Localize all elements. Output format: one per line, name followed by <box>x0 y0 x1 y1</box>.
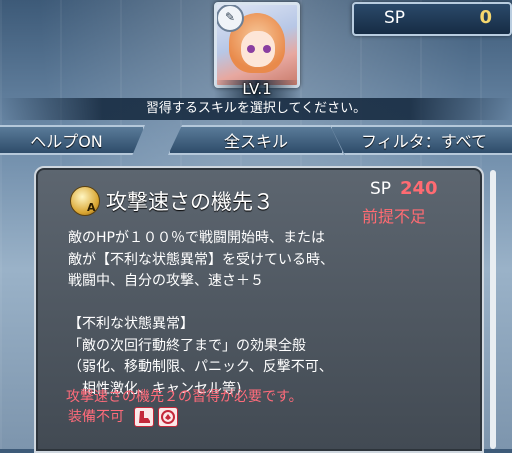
skill-category-button[interactable]: 全スキル <box>168 125 344 155</box>
portrait-eye <box>247 45 255 53</box>
requirement-warning: 攻撃速さの機先２の習得が必要です。 <box>66 389 303 405</box>
description-line: 戦闘中、自分の攻撃、速さ＋５ <box>68 273 264 289</box>
description-line: 「敵の次回行動終了まで」の効果全般 <box>68 337 306 354</box>
speed-strike-a-icon: A <box>70 186 100 216</box>
skill-name: 攻撃速さの機先３ <box>106 190 274 214</box>
skill-sp-label: SP <box>370 179 392 199</box>
hero-level: LV.1 <box>214 80 300 98</box>
sp-label: SP <box>384 8 406 28</box>
filter-button[interactable]: フィルタ：すべて <box>330 125 512 155</box>
skill-slot-letter: A <box>87 201 96 214</box>
scrollbar[interactable] <box>490 170 496 449</box>
help-toggle-button[interactable]: ヘルプON <box>0 125 145 155</box>
description-line: （弱化、移動制限、パニック、反撃不可、 <box>68 359 333 375</box>
sp-value: 0 <box>479 7 492 28</box>
dragon-icon <box>158 407 178 427</box>
weapon-type-icon: ✎ <box>217 5 244 32</box>
description-line: 敵のHPが１００％で戦闘開始時、または <box>68 230 325 246</box>
description-line: 敵が【不利な状態異常】を受けている時、 <box>68 251 334 268</box>
portrait-eye <box>263 45 271 53</box>
prerequisite-status: 前提不足 <box>362 207 427 226</box>
description-line: 【不利な状態異常】 <box>68 316 194 332</box>
instruction-text: 習得するスキルを選択してください。 <box>0 98 512 120</box>
skill-description: 敵のHPが１００％で戦闘開始時、または 敵が【不利な状態異常】を受けている時、 … <box>68 228 468 400</box>
hero-portrait[interactable]: ✎ <box>214 2 300 88</box>
unequippable-label: 装備不可 <box>68 409 124 425</box>
filter-bar: ヘルプON 全スキル フィルタ：すべて <box>0 125 512 155</box>
skill-sp-cost: 240 <box>400 178 438 199</box>
sp-counter: SP 0 <box>352 2 512 36</box>
description-line <box>68 293 468 315</box>
infantry-boot-icon <box>134 407 154 427</box>
